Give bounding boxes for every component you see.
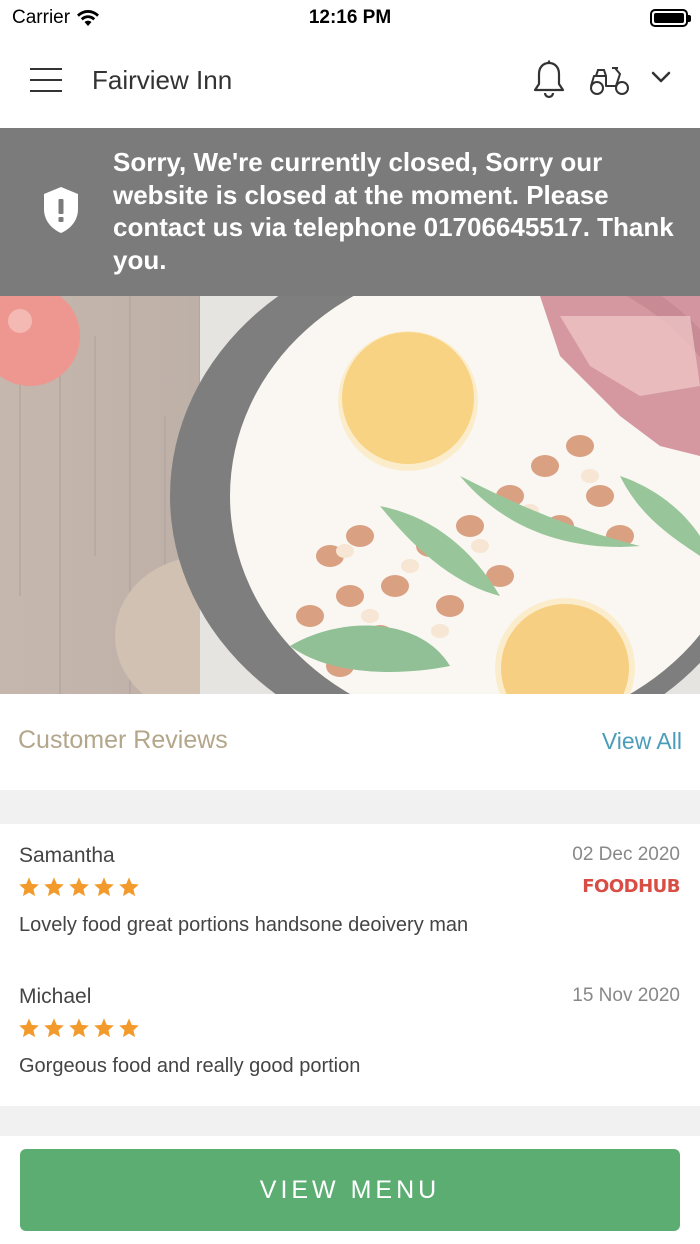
status-bar: Carrier 12:16 PM: [0, 0, 700, 34]
star-icon: [119, 877, 139, 897]
review-date: 15 Nov 2020: [572, 985, 680, 1006]
section-divider: [0, 790, 700, 824]
foodhub-logo: FOODHUB: [582, 876, 680, 897]
reviews-list: Samantha 02 Dec 2020 FOODHUB Lovely food…: [0, 824, 700, 1106]
bottom-action-area: VIEW MENU: [0, 1136, 700, 1244]
closed-message: Sorry, We're currently closed, Sorry our…: [113, 147, 674, 275]
star-icon: [94, 877, 114, 897]
star-icon: [69, 877, 89, 897]
reviewer-name: Michael: [19, 985, 92, 1008]
star-icon: [19, 877, 39, 897]
star-icon: [19, 1018, 39, 1038]
reviews-title: Customer Reviews: [18, 726, 228, 754]
shield-alert-icon: [44, 187, 78, 233]
section-divider: [0, 1106, 700, 1136]
review-date: 02 Dec 2020: [572, 844, 680, 865]
chevron-down-icon[interactable]: [650, 70, 672, 84]
closed-notice-banner: Sorry, We're currently closed, Sorry our…: [0, 128, 700, 296]
reviews-section-header: Customer Reviews View All: [0, 694, 700, 790]
hamburger-menu-icon[interactable]: [30, 68, 62, 92]
star-icon: [44, 877, 64, 897]
star-rating: [18, 876, 140, 898]
battery-icon: [650, 9, 691, 27]
star-icon: [69, 1018, 89, 1038]
star-rating: [18, 1017, 140, 1039]
view-all-reviews-link[interactable]: View All: [602, 728, 682, 755]
delivery-scooter-icon[interactable]: [588, 64, 632, 96]
review-card: Samantha 02 Dec 2020 FOODHUB Lovely food…: [0, 824, 700, 965]
reviewer-name: Samantha: [19, 844, 115, 867]
star-icon: [44, 1018, 64, 1038]
clock: 12:16 PM: [308, 7, 392, 28]
review-card: Michael 15 Nov 2020 Gorgeous food and re…: [0, 965, 700, 1106]
star-icon: [94, 1018, 114, 1038]
review-text: Lovely food great portions handsone deoi…: [19, 914, 469, 936]
star-icon: [119, 1018, 139, 1038]
hero-food-image: [0, 296, 700, 694]
review-text: Gorgeous food and really good portion: [19, 1055, 361, 1077]
app-header: Fairview Inn: [0, 34, 700, 128]
bell-icon[interactable]: [532, 60, 566, 100]
view-menu-button[interactable]: VIEW MENU: [20, 1149, 680, 1231]
restaurant-title: Fairview Inn: [92, 65, 233, 95]
